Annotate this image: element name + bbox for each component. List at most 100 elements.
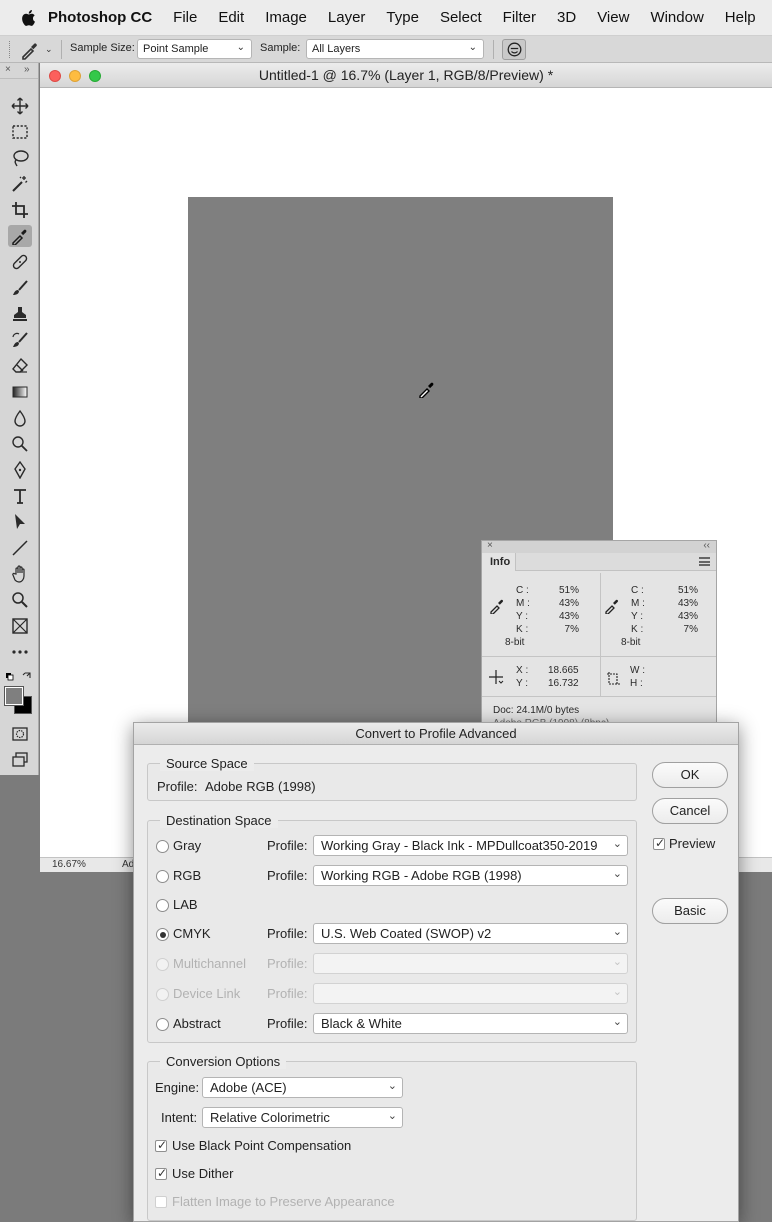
y-value: 43% <box>558 611 579 622</box>
profile-label: Profile: <box>267 926 308 941</box>
menu-3d[interactable]: 3D <box>557 9 576 26</box>
basic-button[interactable]: Basic <box>652 898 728 924</box>
chevron-down-icon[interactable]: ⌄ <box>45 44 53 55</box>
menu-select[interactable]: Select <box>440 9 482 26</box>
info-panel-header[interactable]: × ‹‹ <box>482 540 716 553</box>
eraser-tool-icon[interactable] <box>8 355 32 377</box>
destination-space-group: Destination Space Gray Profile: Working … <box>147 813 637 1043</box>
crop-tool-icon[interactable] <box>8 199 32 221</box>
doc-size: Doc: 24.1M/0 bytes <box>493 705 580 716</box>
sampling-ring-button[interactable] <box>502 39 526 60</box>
selection-size-icon[interactable] <box>606 671 622 687</box>
minimize-window-button[interactable] <box>69 70 81 82</box>
ok-button[interactable]: OK <box>652 762 728 788</box>
collapse-icon[interactable]: ‹‹ <box>703 540 710 551</box>
color-swatches[interactable] <box>4 686 33 715</box>
menu-help[interactable]: Help <box>725 9 756 26</box>
screen-mode-icon[interactable] <box>8 749 32 771</box>
radio-gray[interactable] <box>156 840 169 853</box>
apple-icon[interactable] <box>20 7 36 29</box>
dither-checkbox[interactable] <box>155 1166 167 1180</box>
menu-app-name[interactable]: Photoshop CC <box>48 9 152 26</box>
source-profile-value: Adobe RGB (1998) <box>205 779 316 794</box>
eyedropper-preset-icon[interactable] <box>20 40 40 60</box>
rgb-profile-select[interactable]: Working RGB - Adobe RGB (1998) ⌄ <box>313 865 628 886</box>
dodge-tool-icon[interactable] <box>8 433 32 455</box>
collapse-icon[interactable]: » <box>24 64 30 75</box>
cmyk-profile-select[interactable]: U.S. Web Coated (SWOP) v2 ⌄ <box>313 923 628 944</box>
destination-space-title: Destination Space <box>160 813 278 828</box>
crosshair-icon[interactable] <box>488 669 504 685</box>
sample-size-select[interactable]: Point Sample ⌄ <box>137 39 252 59</box>
marquee-tool-icon[interactable] <box>8 121 32 143</box>
history-brush-tool-icon[interactable] <box>8 329 32 351</box>
eyedropper-tool-icon[interactable] <box>8 225 32 247</box>
cancel-button[interactable]: Cancel <box>652 798 728 824</box>
m-value: 43% <box>677 598 698 609</box>
foreground-color-swatch[interactable] <box>4 686 24 706</box>
menu-type[interactable]: Type <box>386 9 419 26</box>
panel-menu-icon[interactable] <box>699 557 710 566</box>
radio-multichannel[interactable] <box>156 958 169 971</box>
path-selection-tool-icon[interactable] <box>8 511 32 533</box>
sample-select[interactable]: All Layers ⌄ <box>306 39 484 59</box>
chevron-down-icon: ⌄ <box>612 926 622 938</box>
menu-filter[interactable]: Filter <box>503 9 536 26</box>
radio-lab[interactable] <box>156 899 169 912</box>
options-bar-grip[interactable] <box>9 41 11 58</box>
h-label: H : <box>630 678 643 689</box>
chevron-down-icon: ⌄ <box>612 868 622 880</box>
menu-view[interactable]: View <box>597 9 629 26</box>
radio-rgb[interactable] <box>156 870 169 883</box>
device-link-profile-select[interactable]: ⌄ <box>313 983 628 1004</box>
close-window-button[interactable] <box>49 70 61 82</box>
zoom-window-button[interactable] <box>89 70 101 82</box>
healing-brush-tool-icon[interactable] <box>8 251 32 273</box>
zoom-tool-icon[interactable] <box>8 589 32 611</box>
chevron-down-icon: ⌄ <box>612 838 622 850</box>
menu-edit[interactable]: Edit <box>218 9 244 26</box>
quick-mask-icon[interactable] <box>8 723 32 745</box>
menu-file[interactable]: File <box>173 9 197 26</box>
tab-info[interactable]: Info <box>482 553 516 571</box>
type-tool-icon[interactable] <box>8 485 32 507</box>
preview-checkbox[interactable] <box>653 836 665 850</box>
radio-abstract[interactable] <box>156 1018 169 1031</box>
source-space-title: Source Space <box>160 756 254 771</box>
line-tool-icon[interactable] <box>8 537 32 559</box>
pen-tool-icon[interactable] <box>8 459 32 481</box>
dialog-title[interactable]: Convert to Profile Advanced <box>134 723 738 745</box>
chevron-down-icon: ⌄ <box>612 956 622 968</box>
bit-depth: 8-bit <box>505 637 525 648</box>
more-tools-icon[interactable] <box>8 641 32 663</box>
close-icon[interactable]: × <box>5 64 11 75</box>
hand-tool-icon[interactable] <box>8 563 32 585</box>
black-point-checkbox[interactable] <box>155 1138 167 1152</box>
blur-tool-icon[interactable] <box>8 407 32 429</box>
menu-image[interactable]: Image <box>265 9 307 26</box>
radio-device-link[interactable] <box>156 988 169 1001</box>
device-link-label: Device Link <box>173 986 241 1001</box>
multichannel-profile-select[interactable]: ⌄ <box>313 953 628 974</box>
menu-layer[interactable]: Layer <box>328 9 366 26</box>
flatten-checkbox[interactable] <box>155 1196 167 1208</box>
document-titlebar[interactable]: Untitled-1 @ 16.7% (Layer 1, RGB/8/Previ… <box>40 63 772 88</box>
x-value: 18.665 <box>548 665 579 676</box>
abstract-profile-select[interactable]: Black & White ⌄ <box>313 1013 628 1034</box>
radio-cmyk[interactable] <box>156 928 169 941</box>
menu-window[interactable]: Window <box>650 9 703 26</box>
clone-stamp-tool-icon[interactable] <box>8 303 32 325</box>
engine-select[interactable]: Adobe (ACE) ⌄ <box>202 1077 403 1098</box>
frame-tool-icon[interactable] <box>8 615 32 637</box>
y-label: Y : <box>516 611 529 622</box>
gradient-tool-icon[interactable] <box>8 381 32 403</box>
brush-tool-icon[interactable] <box>8 277 32 299</box>
default-colors-icon[interactable] <box>5 669 33 681</box>
move-tool-icon[interactable] <box>8 95 32 117</box>
intent-select[interactable]: Relative Colorimetric ⌄ <box>202 1107 403 1128</box>
gray-profile-select[interactable]: Working Gray - Black Ink - MPDullcoat350… <box>313 835 628 856</box>
zoom-level[interactable]: 16.67% <box>52 859 86 870</box>
lasso-tool-icon[interactable] <box>8 147 32 169</box>
close-icon[interactable]: × <box>487 540 493 551</box>
magic-wand-tool-icon[interactable] <box>8 173 32 195</box>
